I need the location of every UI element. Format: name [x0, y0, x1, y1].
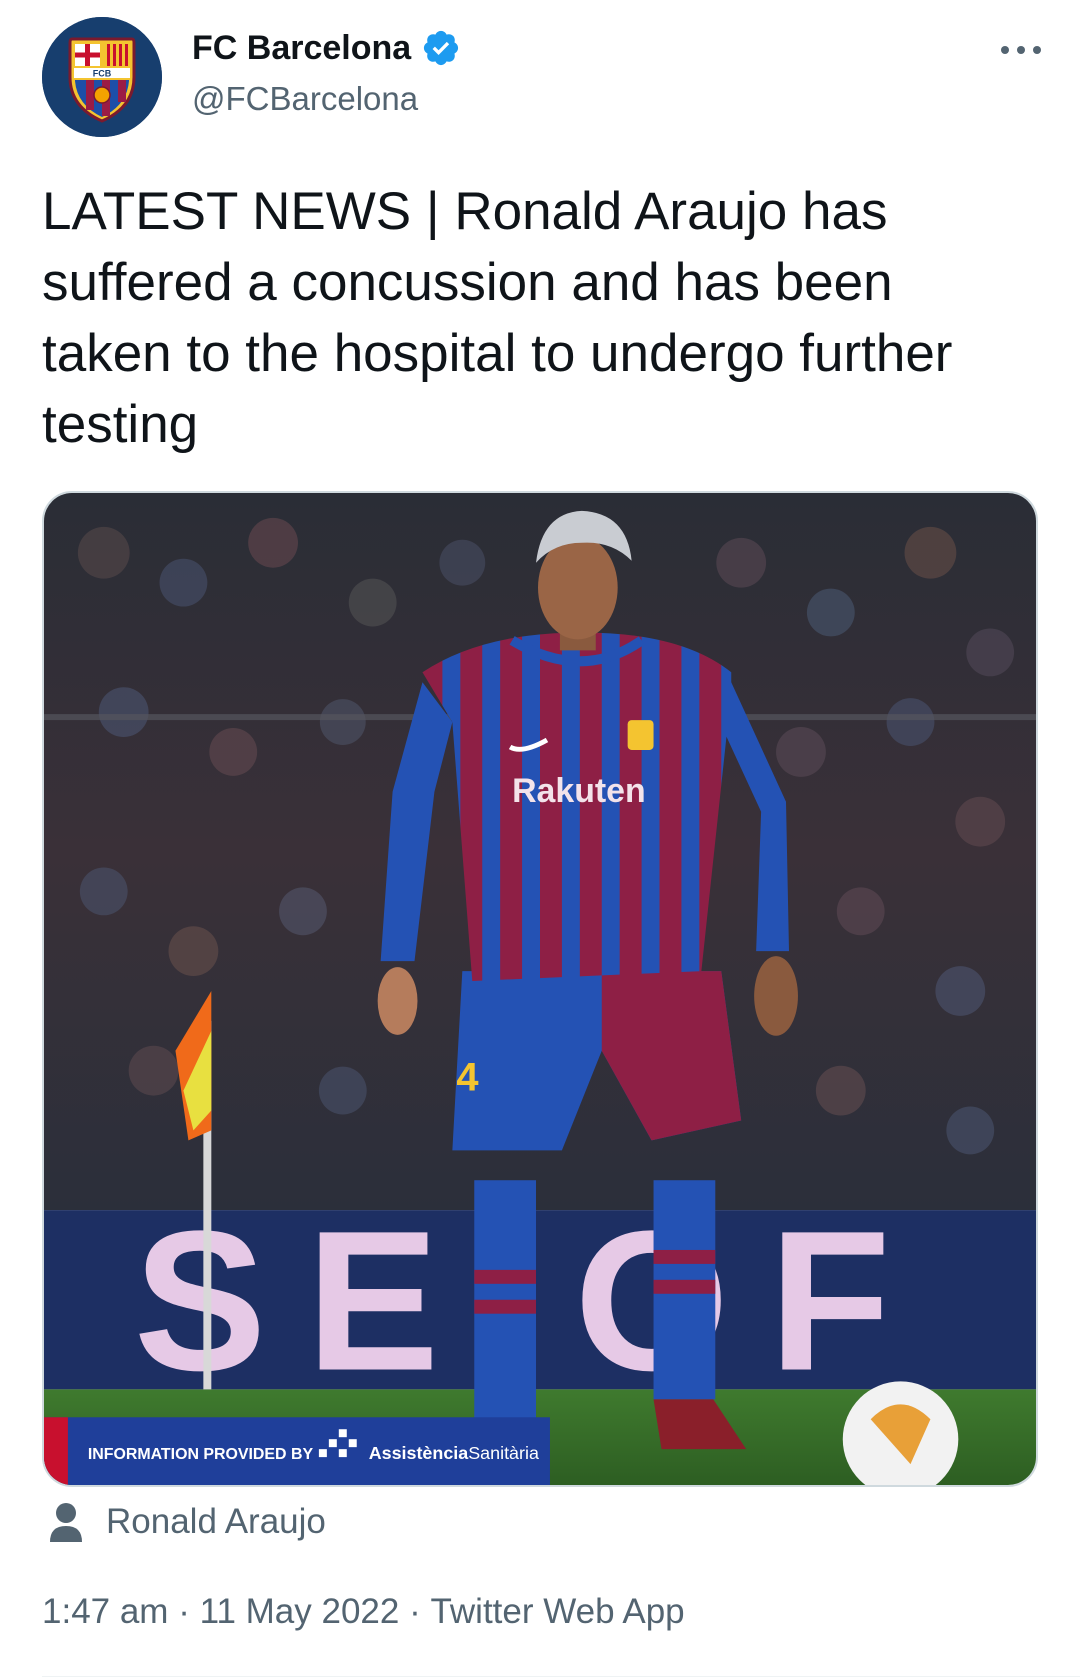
svg-text:AssistènciaSanitària: AssistènciaSanitària	[369, 1443, 539, 1463]
tweet-text: LATEST NEWS | Ronald Araujo has suffered…	[42, 182, 953, 454]
tweet-source[interactable]: Twitter Web App	[430, 1592, 684, 1632]
divider	[42, 1676, 1080, 1677]
banner-brand-bold: Assistència	[369, 1443, 470, 1463]
sponsor-text: Rakuten	[512, 772, 646, 810]
meta-separator: ·	[168, 1592, 200, 1631]
banner-info-text: INFORMATION PROVIDED BY	[88, 1446, 314, 1463]
tagged-person[interactable]: Ronald Araujo	[48, 1502, 326, 1542]
tweet-meta: 1:47 am · 11 May 2022 · Twitter Web App	[42, 1592, 685, 1632]
person-icon	[50, 1503, 82, 1542]
crest-text: FCB	[93, 69, 112, 79]
fcb-crest-icon: FCB	[42, 17, 162, 137]
shirt-number: 4	[456, 1056, 478, 1100]
account-avatar[interactable]: FCB	[42, 17, 162, 137]
meta-separator-2: ·	[399, 1592, 431, 1631]
account-handle[interactable]: @FCBarcelona	[192, 80, 418, 118]
more-options-icon[interactable]	[998, 38, 1044, 62]
verified-badge-icon	[424, 30, 459, 66]
tweet-media-photo[interactable]: SE OF 4 Rakuten INFORMATION PROVIDED BY …	[42, 491, 1038, 1487]
display-name[interactable]: FC Barcelona	[192, 29, 411, 68]
tweet-time[interactable]: 1:47 am	[42, 1592, 168, 1632]
player-photo: SE OF 4 Rakuten INFORMATION PROVIDED BY …	[44, 493, 1036, 1485]
tweet-date[interactable]: 11 May 2022	[200, 1592, 400, 1632]
display-name-row[interactable]: FC Barcelona	[192, 28, 461, 68]
tagged-person-name: Ronald Araujo	[106, 1502, 326, 1541]
banner-brand-light: Sanitària	[468, 1443, 539, 1463]
